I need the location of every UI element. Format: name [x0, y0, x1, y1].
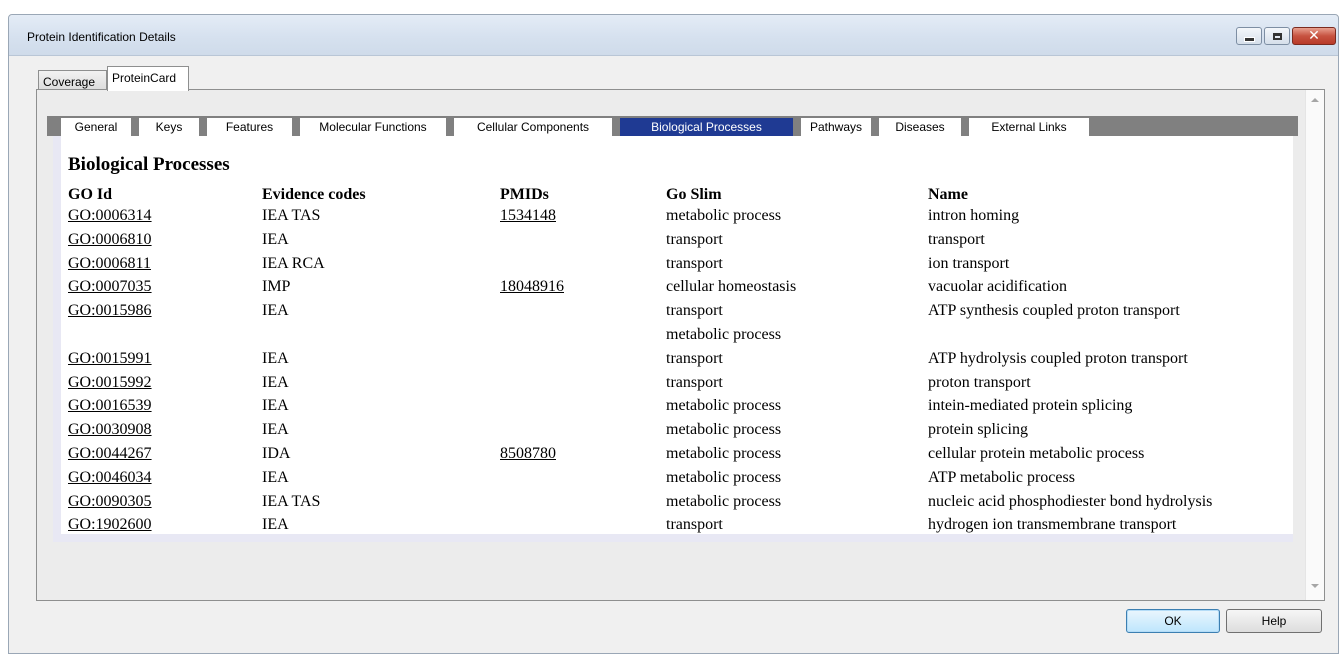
column-header-go-id: GO Id	[68, 186, 113, 203]
inner-tab-label: Features	[225, 120, 274, 134]
inner-tab-external-links[interactable]: External Links	[969, 118, 1089, 136]
process-name: proton transport	[928, 373, 1031, 391]
go-slim-term: transport	[666, 349, 723, 367]
go-id-link[interactable]: GO:0016539	[68, 397, 152, 415]
inner-tab-general[interactable]: General	[61, 118, 131, 136]
go-id-link[interactable]: GO:0007035	[68, 278, 152, 296]
pmid-link[interactable]: 8508780	[500, 445, 556, 463]
maximize-icon	[1272, 32, 1282, 40]
go-id-link[interactable]: GO:0015992	[68, 374, 152, 392]
inner-tab-label: Molecular Functions	[319, 120, 427, 134]
minimize-icon	[1243, 36, 1255, 42]
go-slim-term: metabolic process	[666, 397, 782, 415]
window-title: Protein Identification Details	[27, 30, 176, 44]
evidence-code: IMP	[262, 278, 291, 296]
go-id-link[interactable]: GO:0006314	[68, 207, 152, 225]
inner-tab-cellular-components[interactable]: Cellular Components	[454, 118, 612, 136]
process-name: ATP hydrolysis coupled proton transport	[928, 349, 1188, 367]
pmid-link[interactable]: 1534148	[500, 207, 556, 225]
evidence-code: IEA TAS	[262, 207, 321, 224]
go-slim-term: metabolic process	[666, 207, 782, 224]
inner-tab-label: General	[74, 120, 118, 134]
maximize-button[interactable]	[1264, 27, 1290, 45]
go-slim-term: metabolic process	[666, 421, 782, 439]
evidence-code: IEA	[262, 468, 289, 486]
column-header-pmids: PMIDs	[500, 186, 549, 203]
process-name: ATP synthesis coupled proton transport	[928, 302, 1180, 320]
close-button[interactable]: ✕	[1292, 27, 1336, 45]
inner-tab-label: Pathways	[809, 120, 863, 134]
inner-tab-biological-processes[interactable]: Biological Processes	[620, 118, 793, 136]
process-name: intron homing	[928, 207, 1020, 224]
inner-tab-label: External Links	[991, 120, 1067, 134]
scroll-down-icon[interactable]	[1311, 584, 1319, 588]
window-controls: ✕	[1236, 27, 1336, 45]
ok-button[interactable]: OK	[1126, 609, 1220, 633]
title-bar[interactable]: Protein Identification Details ✕	[9, 15, 1338, 56]
go-slim-term: metabolic process	[666, 445, 782, 462]
go-slim-term: metabolic process	[666, 492, 782, 510]
evidence-code: IEA TAS	[262, 492, 321, 510]
process-name: ATP metabolic process	[928, 468, 1075, 486]
process-name: hydrogen ion transmembrane transport	[928, 516, 1177, 534]
go-slim-term: transport	[666, 373, 723, 391]
evidence-code: IDA	[262, 445, 291, 462]
go-id-link[interactable]: GO:0090305	[68, 493, 152, 511]
go-slim-term: transport	[666, 230, 723, 248]
column-header-name: Name	[928, 186, 968, 203]
go-id-link[interactable]: GO:0015986	[68, 302, 152, 320]
minimize-button[interactable]	[1236, 27, 1262, 45]
section-title: Biological Processes	[68, 154, 230, 175]
tab-proteincard-label: ProteinCard	[112, 71, 177, 85]
help-button[interactable]: Help	[1226, 609, 1322, 633]
tab-coverage-label: Coverage	[43, 75, 96, 89]
evidence-code: IEA	[262, 421, 289, 439]
go-slim-term: metabolic process	[666, 326, 782, 343]
process-name: intein-mediated protein splicing	[928, 397, 1133, 415]
inner-tab-label: Cellular Components	[476, 120, 590, 134]
vertical-scrollbar[interactable]	[1305, 90, 1324, 600]
evidence-code: IEA	[262, 373, 289, 391]
process-name: cellular protein metabolic process	[928, 445, 1145, 462]
evidence-code: IEA RCA	[262, 254, 325, 272]
process-name: ion transport	[928, 254, 1010, 272]
go-slim-term: transport	[666, 254, 723, 272]
go-id-link[interactable]: GO:0046034	[68, 469, 152, 487]
process-name: vacuolar acidification	[928, 278, 1068, 296]
pmid-link[interactable]: 18048916	[500, 278, 564, 296]
process-name: nucleic acid phosphodiester bond hydroly…	[928, 492, 1213, 510]
go-id-link[interactable]: GO:0006811	[68, 255, 151, 273]
tab-proteincard[interactable]: ProteinCard	[107, 66, 189, 91]
inner-tab-keys[interactable]: Keys	[139, 118, 199, 136]
go-id-link[interactable]: GO:0015991	[68, 350, 152, 368]
inner-tab-pathways[interactable]: Pathways	[801, 118, 871, 136]
go-id-link[interactable]: GO:0044267	[68, 445, 152, 463]
process-name: protein splicing	[928, 421, 1028, 439]
evidence-code: IEA	[262, 397, 289, 415]
inner-tab-molecular-functions[interactable]: Molecular Functions	[300, 118, 446, 136]
inner-tab-strip: General Keys Features Molecular Functions Ce…	[47, 116, 1298, 136]
inner-tab-features[interactable]: Features	[207, 118, 292, 136]
go-slim-term: metabolic process	[666, 468, 782, 486]
scroll-up-icon[interactable]	[1311, 98, 1319, 102]
tab-coverage[interactable]: Coverage	[38, 70, 107, 90]
evidence-code: IEA	[262, 230, 289, 248]
inner-tab-label: Biological Processes	[651, 120, 762, 134]
go-slim-term: transport	[666, 302, 723, 320]
evidence-code: IEA	[262, 516, 289, 534]
process-name: transport	[928, 230, 985, 248]
close-icon: ✕	[1308, 28, 1320, 44]
column-header-go-slim: Go Slim	[666, 186, 722, 203]
column-header-evidence: Evidence codes	[262, 186, 366, 203]
go-slim-term: transport	[666, 516, 723, 534]
evidence-code: IEA	[262, 349, 289, 367]
evidence-code: IEA	[262, 302, 289, 320]
inner-tab-label: Keys	[155, 120, 183, 134]
go-id-link[interactable]: GO:1902600	[68, 516, 152, 534]
go-id-link[interactable]: GO:0006810	[68, 231, 152, 249]
inner-tab-label: Diseases	[895, 120, 945, 134]
go-slim-term: cellular homeostasis	[666, 278, 797, 296]
inner-tab-diseases[interactable]: Diseases	[879, 118, 961, 136]
go-id-link[interactable]: GO:0030908	[68, 421, 152, 439]
